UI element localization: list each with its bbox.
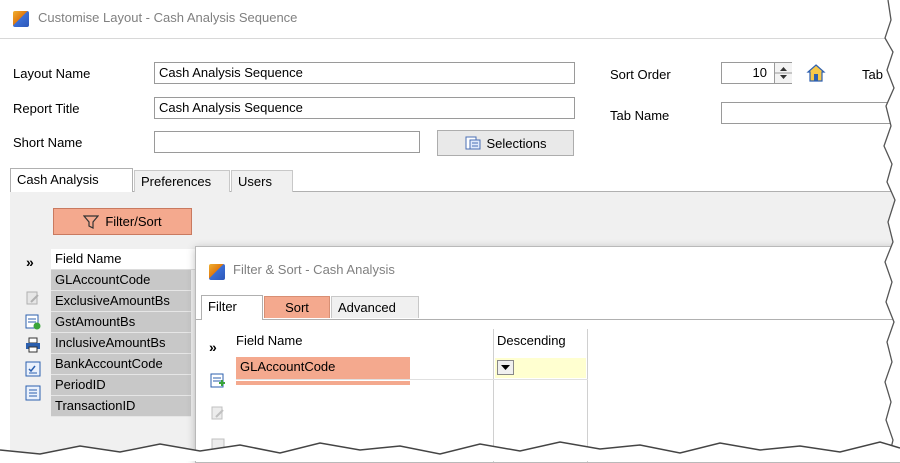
report-title-input[interactable]: Cash Analysis Sequence [154, 97, 575, 119]
tab-name-label: Tab Name [610, 108, 670, 123]
grid-row[interactable]: InclusiveAmountBs [51, 333, 191, 354]
torn-edge-right [883, 0, 900, 461]
titlebar-divider [0, 38, 900, 39]
dialog-row-field[interactable]: GLAccountCode [236, 357, 410, 379]
selections-label: Selections [486, 135, 547, 151]
torn-edge-bottom [0, 441, 900, 461]
tab-users[interactable]: Users [231, 170, 293, 192]
app-icon [13, 11, 29, 27]
dialog-col-field-name: Field Name [236, 333, 303, 348]
selections-icon [465, 135, 481, 151]
list-icon[interactable] [25, 385, 41, 401]
insert-row-icon[interactable] [25, 314, 41, 330]
short-name-label: Short Name [13, 135, 83, 150]
dialog-tab-advanced[interactable]: Advanced [331, 296, 419, 318]
edit-row-icon[interactable] [25, 290, 41, 306]
selections-button[interactable]: Selections [437, 130, 574, 156]
dialog-tab-filter-label: Filter [208, 299, 237, 314]
dialog-row-highlight-underline [236, 381, 410, 385]
dialog-tab-sort-label: Sort [285, 300, 309, 315]
dialog-expand-icon[interactable]: » [209, 339, 217, 355]
dialog-tab-sort[interactable]: Sort [264, 296, 330, 318]
dialog-tab-advanced-label: Advanced [338, 300, 396, 315]
report-title-label: Report Title [13, 101, 80, 116]
filter-sort-label: Filter/Sort [105, 214, 162, 229]
dialog-tab-filter[interactable]: Filter [201, 295, 263, 320]
descending-dropdown-button[interactable] [497, 360, 514, 375]
layout-name-label: Layout Name [13, 66, 91, 81]
grid-row[interactable]: ExclusiveAmountBs [51, 291, 191, 312]
filter-icon [83, 214, 100, 230]
tab-cash-analysis[interactable]: Cash Analysis [10, 168, 133, 192]
home-icon[interactable] [806, 63, 826, 83]
layout-name-input[interactable]: Cash Analysis Sequence [154, 62, 575, 84]
short-name-input[interactable] [154, 131, 420, 153]
window-titlebar: Customise Layout - Cash Analysis Sequenc… [0, 0, 900, 38]
dialog-col-descending: Descending [497, 333, 566, 348]
tab-preferences[interactable]: Preferences [134, 170, 230, 192]
print-icon[interactable] [25, 337, 41, 353]
grid-header-field-name: Field Name [55, 251, 122, 266]
window-title: Customise Layout - Cash Analysis Sequenc… [38, 10, 298, 25]
grid-row[interactable]: TransactionID [51, 396, 191, 417]
filter-sort-button[interactable]: Filter/Sort [53, 208, 192, 235]
sort-order-spinner[interactable] [774, 63, 792, 83]
dialog-edit-row-icon[interactable] [210, 405, 226, 421]
dialog-add-row-icon[interactable] [210, 373, 226, 389]
dialog-app-icon [209, 264, 225, 280]
grid-row[interactable]: BankAccountCode [51, 354, 191, 375]
sort-order-label: Sort Order [610, 67, 671, 82]
dialog-row-line [236, 379, 588, 380]
tab-users-label: Users [238, 174, 272, 189]
grid-row[interactable]: GstAmountBs [51, 312, 191, 333]
tab-cash-analysis-label: Cash Analysis [17, 172, 99, 187]
tab-preferences-label: Preferences [141, 174, 212, 189]
dialog-title: Filter & Sort - Cash Analysis [233, 262, 395, 277]
grid-expand-icon[interactable]: » [26, 254, 34, 270]
checklist-icon[interactable] [25, 361, 41, 377]
grid-row[interactable]: PeriodID [51, 375, 191, 396]
grid-row[interactable]: GLAccountCode [51, 270, 191, 291]
